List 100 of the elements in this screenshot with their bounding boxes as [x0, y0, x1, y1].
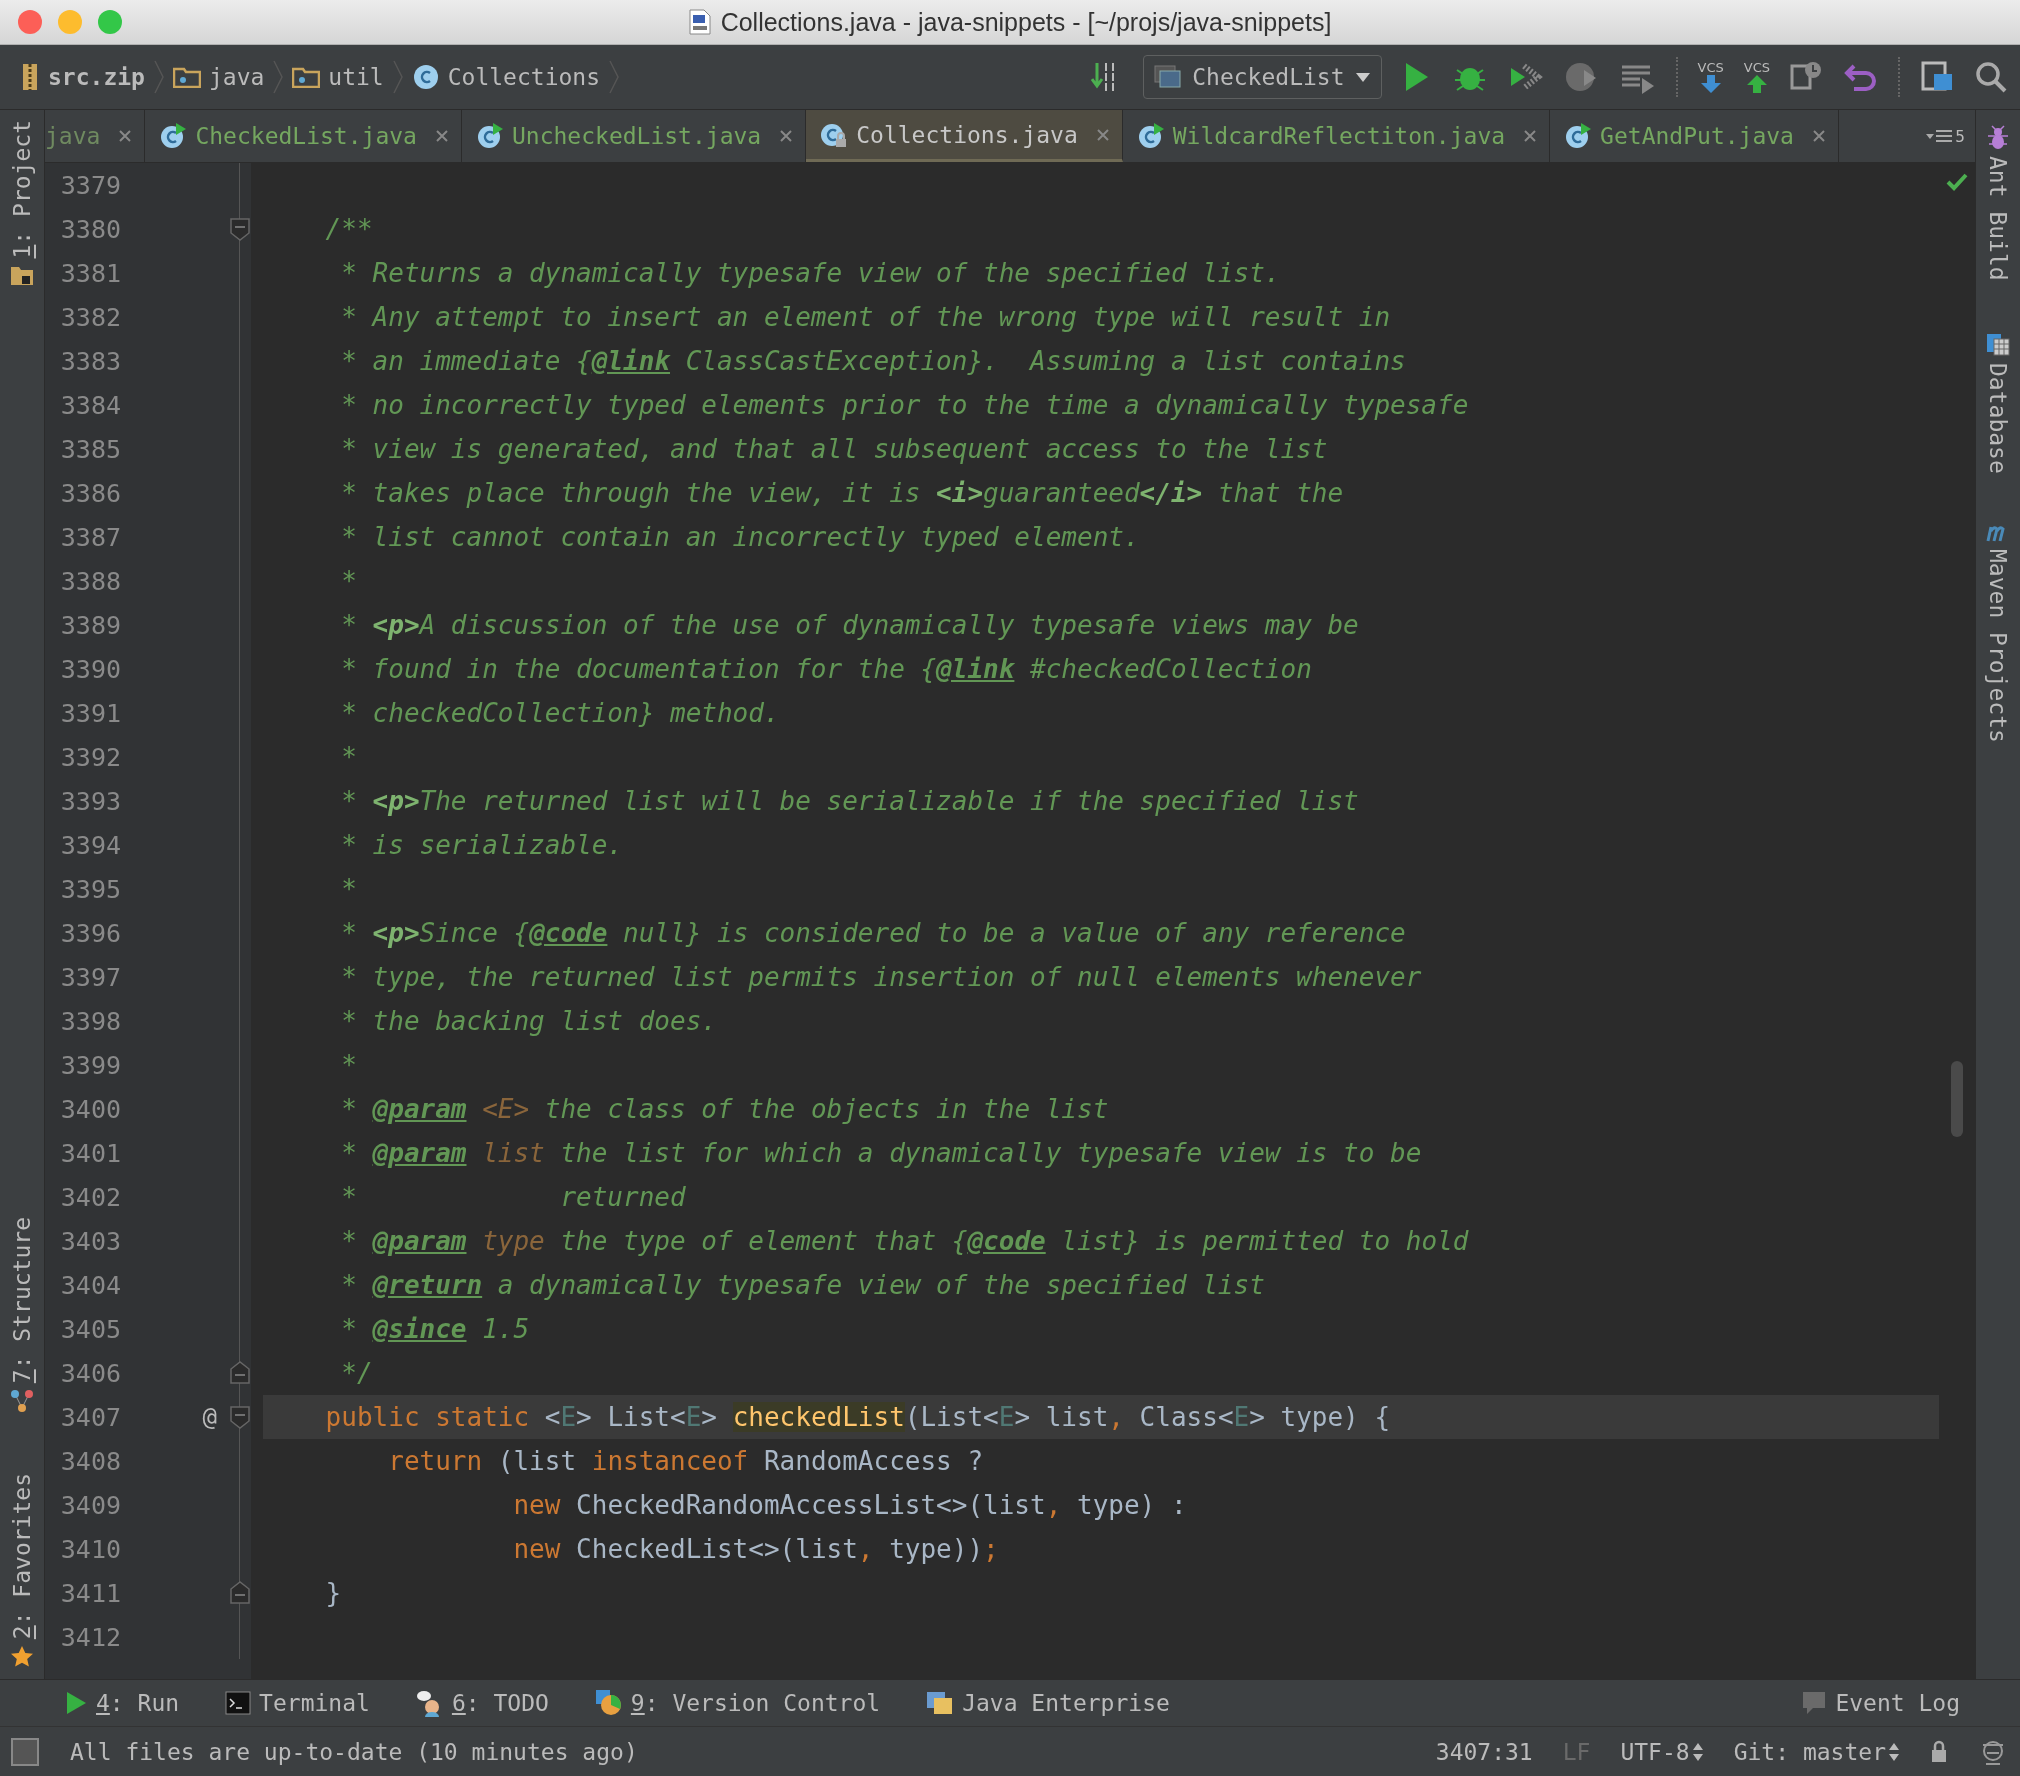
close-icon[interactable] — [1095, 127, 1110, 142]
line-number: 3389 — [59, 610, 121, 640]
run-icon[interactable] — [64, 1690, 88, 1716]
tool-window-button[interactable]: Database — [1985, 362, 2011, 474]
line-number: 3399 — [59, 1050, 121, 1080]
line-number: 3392 — [59, 742, 121, 772]
code-line: * — [340, 565, 358, 598]
line-number: 3396 — [59, 918, 121, 948]
tool-window-button[interactable]: 4: Run — [96, 1690, 180, 1716]
breadcrumb-item[interactable]: java — [208, 64, 265, 90]
code-line: * view is generated, and that all subsequent access to the list — [340, 433, 1329, 466]
ant-icon[interactable] — [1986, 124, 2010, 150]
chevron-icon — [152, 59, 165, 95]
line-number: 3383 — [59, 346, 121, 376]
close-icon[interactable] — [1812, 129, 1826, 143]
status-message: All files are up-to-date (10 minutes ago) — [70, 1738, 638, 1765]
check-icon — [1946, 173, 1968, 191]
close-icon[interactable] — [1523, 129, 1538, 143]
speech-bubble-icon[interactable] — [1801, 1690, 1828, 1716]
close-icon[interactable] — [434, 129, 449, 143]
lock-icon[interactable] — [1930, 1739, 1948, 1764]
line-number: 3379 — [59, 170, 121, 200]
fold-icon[interactable] — [229, 1405, 251, 1429]
vcs-button[interactable]: VCS — [1743, 61, 1770, 93]
window-icon — [1154, 65, 1183, 89]
code-line: * @param list the list for which a dynamically typesafe view is to be — [340, 1137, 1423, 1170]
folder-icon — [292, 66, 321, 88]
tool-window-button[interactable]: 6: TODO — [451, 1690, 549, 1716]
search-icon[interactable] — [1974, 60, 2008, 94]
code-line: * found in the documentation for the {@link #checkedCollection — [340, 653, 1313, 686]
list-icon — [1925, 128, 1954, 144]
line-number: 3384 — [59, 390, 121, 420]
star-icon[interactable] — [10, 1645, 34, 1669]
tool-window-button[interactable]: 1: Project — [9, 120, 35, 259]
fold-icon[interactable] — [229, 217, 251, 241]
tool-window-button[interactable]: 2: Favorites — [9, 1472, 35, 1639]
tool-window-button[interactable]: Java Enterprise — [962, 1690, 1170, 1716]
line-number: 3380 — [59, 214, 121, 244]
line-number: 3400 — [59, 1094, 121, 1124]
tool-window-button[interactable]: 9: Version Control — [630, 1690, 881, 1716]
line-number: 3391 — [59, 698, 121, 728]
code-line: } — [324, 1577, 343, 1610]
event-log-button[interactable]: Event Log — [1835, 1690, 1960, 1716]
line-number: 3405 — [59, 1314, 121, 1344]
structure-icon[interactable] — [10, 1388, 34, 1413]
window-title: Collections.java - java-snippets - [~/projs/java-snippets] — [720, 7, 1332, 37]
breadcrumb-item[interactable]: Collections — [447, 64, 601, 90]
scrollbar-thumb[interactable] — [1951, 1061, 1963, 1137]
close-window-button[interactable] — [18, 10, 42, 34]
archive-icon — [20, 63, 40, 91]
project-structure-icon[interactable] — [1920, 60, 1954, 94]
enterprise-icon[interactable] — [926, 1689, 955, 1717]
gutter-marker: @ — [202, 1403, 217, 1431]
code-line: * an immediate {@link ClassCastException}. Assuming a list contains — [340, 345, 1407, 378]
status-item[interactable]: UTF-8 — [1620, 1738, 1690, 1765]
line-number: 3395 — [59, 874, 121, 904]
caret-icon — [1354, 71, 1371, 83]
line-number: 3410 — [59, 1534, 121, 1564]
fold-icon[interactable] — [229, 1581, 251, 1605]
code-line: new CheckedRandomAccessList<>(list, type) : — [512, 1489, 1188, 1522]
folder-icon[interactable] — [10, 264, 34, 287]
tool-window-button[interactable]: Maven Projects — [1985, 549, 2011, 744]
class-icon — [1564, 122, 1593, 150]
fold-icon[interactable] — [229, 1361, 251, 1385]
tool-window-button[interactable]: Terminal — [259, 1690, 370, 1716]
code-line: /** — [324, 213, 374, 246]
close-icon[interactable] — [779, 129, 794, 143]
code-line: return (list instanceof RandomAccess ? — [387, 1445, 985, 1478]
editor-tab[interactable]: GetAndPut.java — [1550, 110, 1839, 162]
tool-window-button[interactable]: 7: Structure — [9, 1216, 35, 1383]
version-control-icon[interactable] — [594, 1689, 623, 1717]
code-line: * — [340, 873, 358, 906]
breadcrumb-item[interactable]: src.zip — [48, 64, 145, 90]
tool-window-button[interactable]: Ant Build — [1985, 156, 2011, 281]
code-line: new CheckedList<>(list, type)); — [512, 1533, 1000, 1566]
run-configuration-dropdown[interactable]: CheckedList — [1143, 55, 1382, 99]
tool-windows-toggle-icon[interactable] — [10, 1736, 40, 1767]
code-line: * <p>The returned list will be serializable if the specified list — [340, 785, 1360, 818]
code-line: * type, the returned list permits insertion of null elements whenever — [340, 961, 1423, 994]
line-number: 3406 — [59, 1358, 121, 1388]
line-number: 3409 — [59, 1490, 121, 1520]
code-line: */ — [340, 1357, 374, 1390]
line-number: 3412 — [59, 1622, 121, 1652]
tab-overflow-button[interactable]: 5 — [1915, 110, 1975, 162]
terminal-icon[interactable] — [225, 1691, 252, 1715]
document-icon — [688, 9, 711, 35]
editor-tab[interactable]: UncheckedList.java — [461, 110, 807, 162]
editor-tab[interactable]: CheckedList.java — [145, 110, 462, 162]
code-line: * <p>A discussion of the use of dynamically typesafe views may be — [340, 609, 1360, 642]
editor-tab[interactable]: java — [45, 110, 146, 162]
editor-tab[interactable]: Collections.java — [806, 110, 1123, 162]
chevron-icon — [608, 59, 621, 95]
close-icon[interactable] — [118, 129, 133, 143]
line-number: 3386 — [59, 478, 121, 508]
editor-tab[interactable]: WildcardReflectiton.java — [1122, 110, 1551, 162]
breadcrumb-item[interactable]: util — [328, 64, 384, 90]
code-line: * Returns a dynamically typesafe view of the specified list. — [340, 257, 1282, 290]
status-item[interactable]: Git: master — [1733, 1738, 1886, 1765]
code-line: * checkedCollection} method. — [340, 697, 781, 730]
vcs-button[interactable]: VCS — [1697, 61, 1724, 93]
